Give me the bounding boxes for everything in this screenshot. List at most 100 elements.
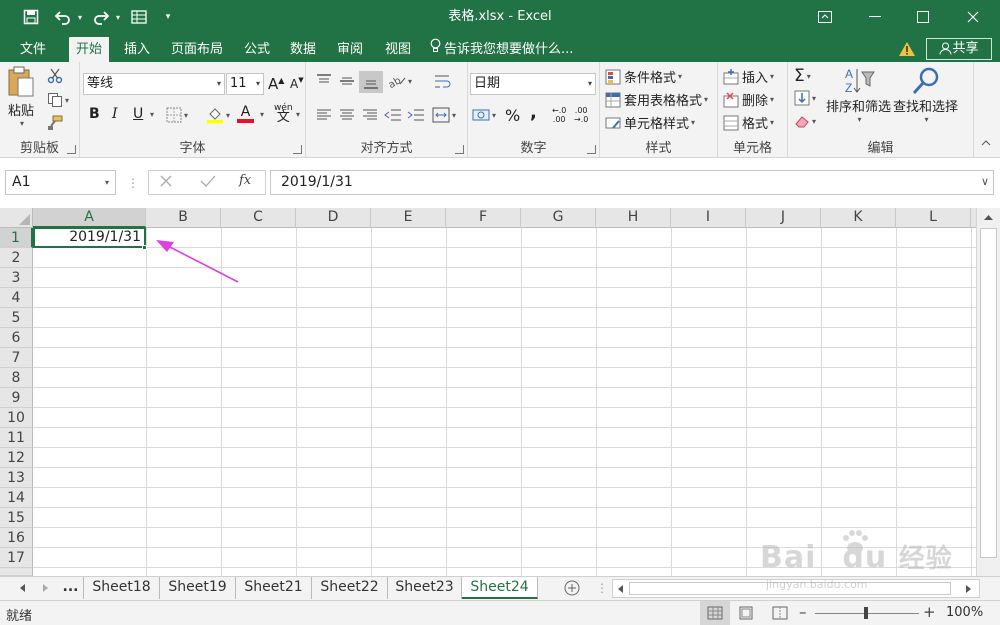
tab-file[interactable]: 文件 <box>16 37 50 62</box>
grow-font-button[interactable]: A ▲ <box>268 75 284 93</box>
decrease-decimal-icon[interactable]: .00 →.0 <box>574 106 588 124</box>
tab-split-grip-icon[interactable]: ⋮ <box>596 581 608 595</box>
row-header-14[interactable]: 14 <box>0 488 33 508</box>
sheet-tab-sheet24[interactable]: Sheet24 <box>462 577 538 599</box>
shrink-font-button[interactable]: A ▼ <box>290 76 304 91</box>
comma-button[interactable]: , <box>530 102 537 123</box>
paste-button[interactable]: 粘贴 ▾ <box>6 66 36 128</box>
column-header-G[interactable]: G <box>521 208 596 228</box>
sheet-tab-sheet22[interactable]: Sheet22 <box>312 577 388 599</box>
fill-color-icon[interactable]: ▾ <box>206 106 230 124</box>
row-header-7[interactable]: 7 <box>0 348 33 368</box>
row-header-6[interactable]: 6 <box>0 328 33 348</box>
sheet-tab-more[interactable]: ... <box>58 577 84 599</box>
share-button[interactable]: 共享 <box>926 38 992 60</box>
increase-decimal-icon[interactable]: ←.0.00 <box>552 106 566 124</box>
collapse-ribbon-icon[interactable] <box>981 140 991 146</box>
align-right-icon[interactable] <box>362 108 378 122</box>
font-launcher-icon[interactable] <box>293 145 302 154</box>
scroll-left-icon[interactable] <box>616 584 624 594</box>
row-header-11[interactable]: 11 <box>0 428 33 448</box>
percent-button[interactable]: % <box>505 106 520 125</box>
tab-insert[interactable]: 插入 <box>120 37 154 62</box>
sheet-scroll-left-icon[interactable] <box>18 582 26 596</box>
formula-input[interactable]: 2019/1/31 ∨ <box>270 170 994 195</box>
autosum-button[interactable]: Σ ▾ <box>794 66 811 86</box>
close-icon[interactable] <box>950 0 996 34</box>
vertical-scroll-thumb[interactable] <box>980 228 997 558</box>
row-header-3[interactable]: 3 <box>0 268 33 288</box>
copy-icon[interactable]: ▾ <box>47 92 69 108</box>
font-color-dropdown-icon[interactable]: ▾ <box>258 110 264 119</box>
row-header-10[interactable]: 10 <box>0 408 33 428</box>
row-header-4[interactable]: 4 <box>0 288 33 308</box>
cell-A1[interactable]: 2019/1/31 <box>33 227 146 248</box>
clipboard-launcher-icon[interactable] <box>67 145 76 154</box>
sort-filter-button[interactable]: AZ 排序和筛选 ▾ <box>826 66 891 124</box>
format-painter-icon[interactable] <box>47 115 63 131</box>
zoom-percentage[interactable]: 100% <box>946 605 983 620</box>
number-format-select[interactable]: 日期 ▾ <box>470 73 596 95</box>
warning-icon[interactable] <box>898 41 916 57</box>
borders-icon[interactable]: ▾ <box>166 107 188 123</box>
minimize-icon[interactable] <box>852 0 898 34</box>
phonetic-button[interactable]: wén 文 <box>274 103 293 124</box>
row-header-13[interactable]: 13 <box>0 468 33 488</box>
tell-me-search[interactable]: 告诉我您想要做什么... <box>430 37 573 62</box>
row-header-17[interactable]: 17 <box>0 548 33 568</box>
zoom-slider-thumb[interactable] <box>864 607 868 619</box>
align-middle-icon[interactable] <box>339 74 355 88</box>
merge-center-icon[interactable]: ▾ <box>432 107 456 123</box>
increase-indent-icon[interactable] <box>407 108 425 122</box>
font-size-select[interactable]: 11 ▾ <box>226 73 264 95</box>
row-header-12[interactable]: 12 <box>0 448 33 468</box>
column-header-D[interactable]: D <box>296 208 371 228</box>
page-break-view-icon[interactable] <box>772 606 788 623</box>
bold-button[interactable]: B <box>89 106 100 122</box>
conditional-formatting-button[interactable]: 条件格式 ▾ <box>605 67 682 86</box>
font-color-button[interactable]: A <box>237 105 254 123</box>
select-all-corner[interactable] <box>0 208 33 228</box>
orientation-icon[interactable]: ab ▾ <box>388 74 412 88</box>
insert-cells-button[interactable]: 插入 ▾ <box>723 67 774 86</box>
paste-dropdown-icon[interactable]: ▾ <box>20 119 24 128</box>
sheet-tab-sheet19[interactable]: Sheet19 <box>160 577 236 599</box>
column-header-A[interactable]: A <box>33 208 146 228</box>
redo-dropdown-icon[interactable]: ▾ <box>112 0 124 34</box>
accounting-format-icon[interactable]: ▾ <box>472 107 496 123</box>
row-header-15[interactable]: 15 <box>0 508 33 528</box>
confirm-entry-icon[interactable] <box>200 174 216 191</box>
wrap-text-icon[interactable] <box>434 73 452 91</box>
clear-icon[interactable]: ▾ <box>794 113 816 129</box>
sheet-tab-sheet23[interactable]: Sheet23 <box>388 577 462 599</box>
alignment-launcher-icon[interactable] <box>455 145 464 154</box>
column-header-E[interactable]: E <box>371 208 446 228</box>
column-header-J[interactable]: J <box>746 208 821 228</box>
normal-view-icon[interactable] <box>700 601 730 625</box>
number-launcher-icon[interactable] <box>587 145 596 154</box>
insert-function-button[interactable]: fx <box>239 173 251 188</box>
cut-icon[interactable] <box>47 68 63 84</box>
tab-page-layout[interactable]: 页面布局 <box>167 37 227 62</box>
copy-dropdown-icon[interactable]: ▾ <box>65 96 69 105</box>
underline-button[interactable]: U <box>133 106 143 122</box>
format-cells-button[interactable]: 格式 ▾ <box>723 113 774 132</box>
font-name-select[interactable]: 等线 ▾ <box>83 73 225 95</box>
name-box[interactable]: A1 ▾ <box>5 170 116 195</box>
formula-bar-grip-icon[interactable]: ⋮ <box>127 176 139 190</box>
expand-formula-bar-icon[interactable]: ∨ <box>981 170 989 193</box>
row-header-1[interactable]: 1 <box>0 228 33 248</box>
tab-review[interactable]: 审阅 <box>333 37 367 62</box>
ribbon-display-options-icon[interactable] <box>802 0 848 34</box>
italic-button[interactable]: I <box>112 106 118 122</box>
column-header-B[interactable]: B <box>146 208 221 228</box>
align-center-icon[interactable] <box>339 108 355 122</box>
column-header-F[interactable]: F <box>446 208 521 228</box>
page-layout-view-icon[interactable] <box>738 606 754 623</box>
save-icon[interactable] <box>18 0 44 34</box>
undo-icon[interactable] <box>50 0 76 34</box>
row-header-8[interactable]: 8 <box>0 368 33 388</box>
decrease-indent-icon[interactable] <box>384 108 402 122</box>
column-header-H[interactable]: H <box>596 208 671 228</box>
sheet-tab-sheet18[interactable]: Sheet18 <box>84 577 160 599</box>
